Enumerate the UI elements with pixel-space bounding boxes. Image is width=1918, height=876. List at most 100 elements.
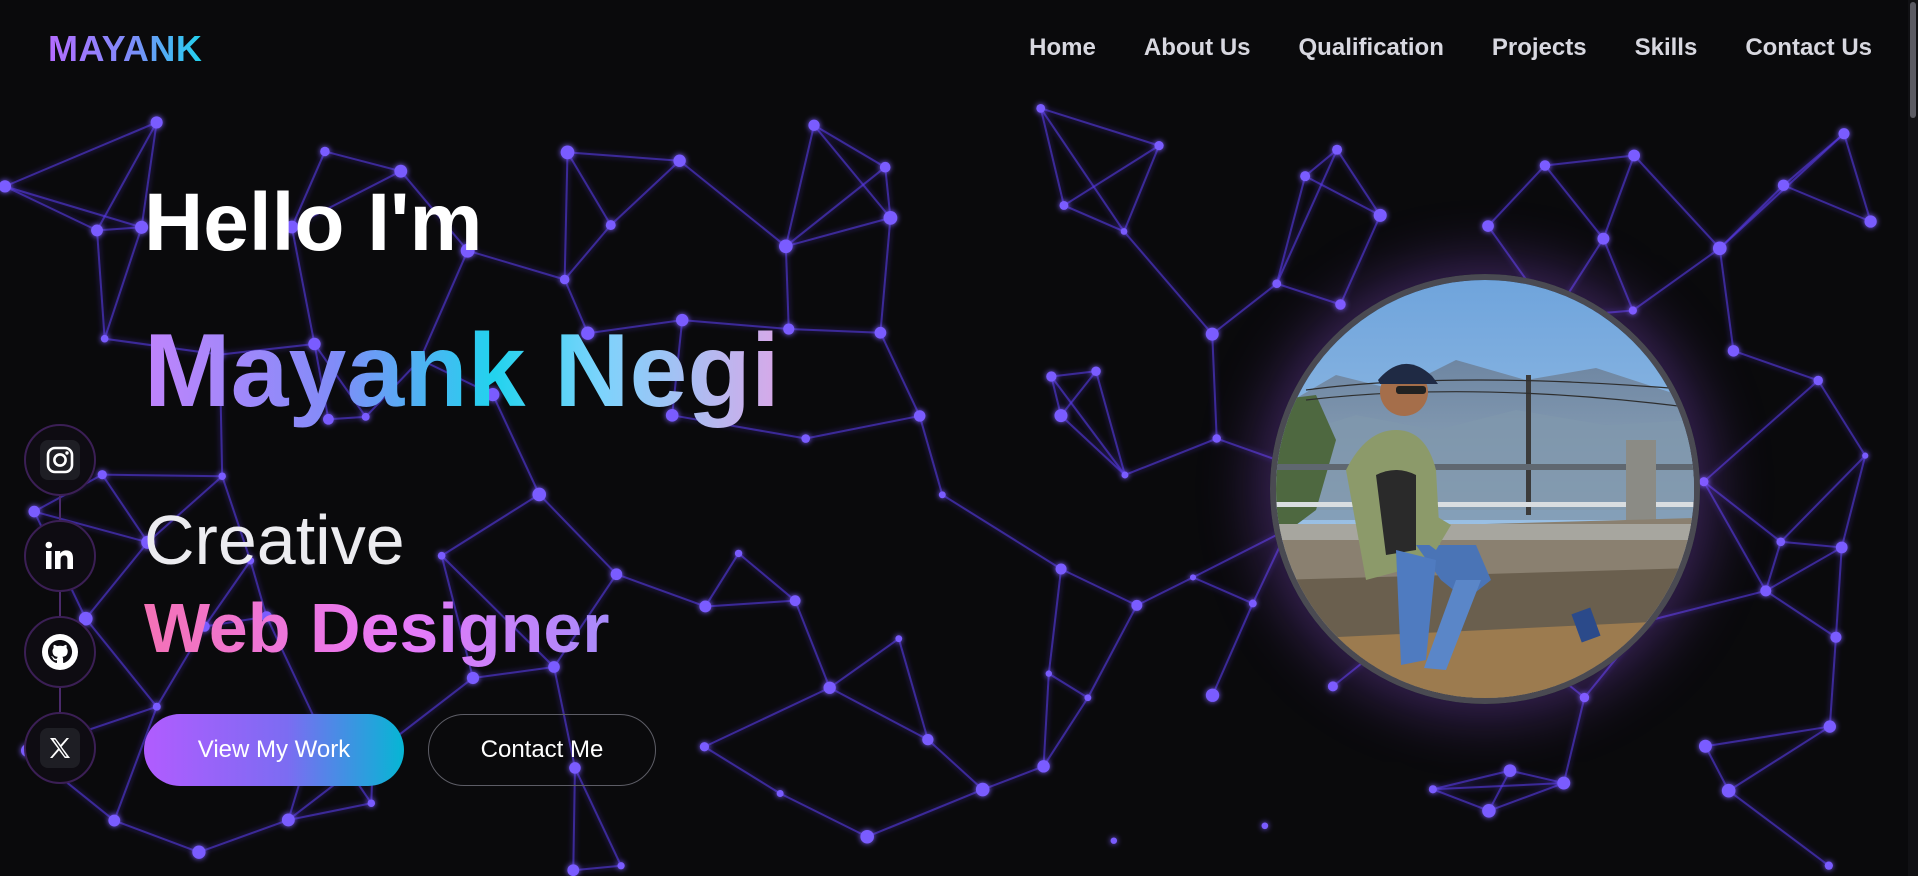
view-my-work-button[interactable]: View My Work <box>144 714 404 786</box>
instagram-link[interactable] <box>24 424 96 496</box>
network-link <box>1050 375 1126 476</box>
network-node <box>1628 149 1641 162</box>
network-node <box>1332 144 1343 155</box>
scrollbar[interactable] <box>1908 0 1918 876</box>
network-link <box>1703 379 1819 483</box>
network-link <box>1544 154 1635 167</box>
network-link <box>1780 454 1866 543</box>
network-link <box>113 819 200 854</box>
network-node <box>1698 739 1712 753</box>
network-node <box>1059 201 1069 210</box>
network-link <box>982 765 1044 791</box>
nav-contact-us[interactable]: Contact Us <box>1745 34 1872 62</box>
network-link <box>1488 782 1565 812</box>
network-node <box>1482 804 1496 818</box>
network-node <box>1045 670 1052 677</box>
network-link <box>1051 370 1097 378</box>
x-link[interactable] <box>24 712 96 784</box>
network-link <box>1509 769 1564 785</box>
network-link <box>927 738 984 791</box>
contact-me-button[interactable]: Contact Me <box>428 714 656 786</box>
network-link <box>1063 144 1160 207</box>
network-node <box>1300 171 1311 182</box>
network-link <box>1192 528 1289 579</box>
network-link <box>1487 164 1546 227</box>
network-node <box>605 220 616 231</box>
network-node <box>97 470 107 480</box>
network-link <box>785 216 891 248</box>
network-link <box>1042 697 1089 767</box>
network-link <box>96 230 106 339</box>
network-link <box>1304 148 1338 177</box>
instagram-icon <box>40 440 80 480</box>
network-link <box>918 415 944 496</box>
network-node <box>1813 375 1823 386</box>
network-link <box>563 224 612 281</box>
brand-logo[interactable]: MAYANK <box>48 28 202 70</box>
nav-home[interactable]: Home <box>1029 34 1096 62</box>
linkedin-link[interactable] <box>24 520 96 592</box>
nav-projects[interactable]: Projects <box>1492 34 1587 62</box>
nav-qualification[interactable]: Qualification <box>1299 34 1444 62</box>
network-link <box>779 792 868 838</box>
profile-photo-illustration <box>1276 280 1694 698</box>
network-link <box>1211 603 1254 696</box>
nav-about-us[interactable]: About Us <box>1144 34 1251 62</box>
network-link <box>566 151 612 226</box>
network-link <box>4 185 98 232</box>
network-link <box>784 246 790 330</box>
profile-photo <box>1270 274 1700 704</box>
network-link <box>573 864 622 872</box>
network-link <box>1703 481 1767 592</box>
network-link <box>1719 132 1845 250</box>
nav-skills[interactable]: Skills <box>1635 34 1698 62</box>
network-node <box>610 568 623 581</box>
network-link <box>788 328 881 334</box>
network-node <box>281 813 295 827</box>
navbar: MAYANK Home About Us Qualification Proje… <box>0 0 1918 96</box>
network-node <box>699 600 712 613</box>
network-node <box>874 326 887 339</box>
network-node <box>1205 688 1220 702</box>
network-link <box>472 666 555 679</box>
network-link <box>1817 379 1867 457</box>
network-link <box>1765 590 1837 639</box>
network-node <box>734 549 743 558</box>
name-heading: Mayank Negi <box>144 313 780 429</box>
network-node <box>1248 599 1257 608</box>
network-node <box>1482 220 1494 232</box>
scrollbar-thumb[interactable] <box>1910 2 1916 118</box>
network-node <box>1776 537 1786 547</box>
network-link <box>567 151 680 162</box>
network-node <box>1091 366 1101 376</box>
linkedin-icon <box>40 536 80 576</box>
network-link <box>1602 238 1634 311</box>
github-link[interactable] <box>24 616 96 688</box>
network-node <box>1189 574 1197 581</box>
network-node <box>1864 215 1877 228</box>
network-node <box>1777 179 1790 191</box>
network-node <box>1597 232 1610 245</box>
network-link <box>1544 164 1605 240</box>
network-node <box>1036 103 1046 113</box>
network-node <box>1055 563 1067 575</box>
network-link <box>829 686 929 741</box>
network-link <box>1124 437 1218 476</box>
network-node <box>1628 306 1637 315</box>
network-link <box>198 819 289 854</box>
network-link <box>1123 230 1213 335</box>
network-node <box>0 180 12 193</box>
network-link <box>1276 282 1341 306</box>
network-node <box>895 635 903 643</box>
network-link <box>897 638 929 740</box>
network-link <box>102 473 223 478</box>
network-node <box>1046 371 1057 382</box>
network-link <box>1087 604 1138 699</box>
network-link <box>1834 547 1843 638</box>
network-link <box>1211 334 1218 439</box>
network-node <box>560 145 575 160</box>
network-link <box>538 493 618 575</box>
network-node <box>776 789 784 797</box>
network-node <box>1120 228 1128 235</box>
network-node <box>789 595 801 607</box>
